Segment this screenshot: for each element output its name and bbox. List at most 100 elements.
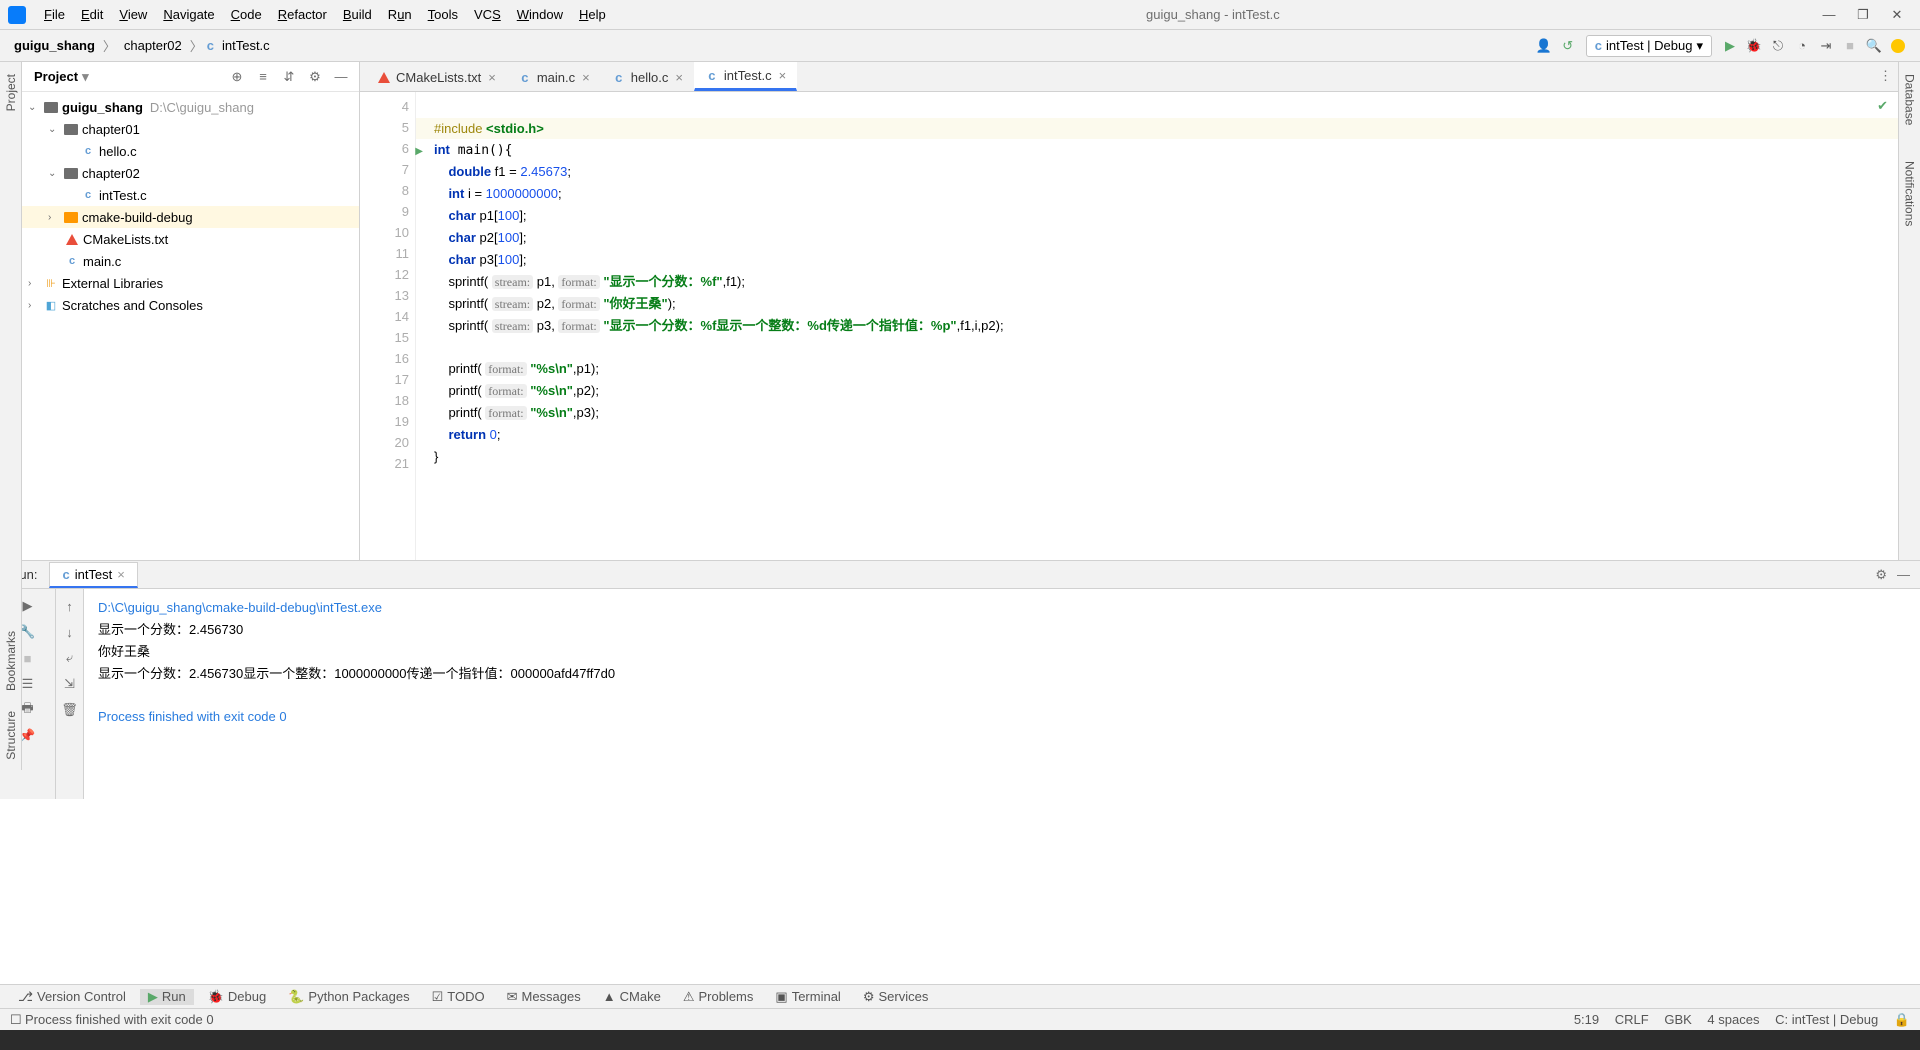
project-title: Project ▾ [30, 69, 221, 85]
menu-file[interactable]: File [38, 5, 71, 24]
gear-icon[interactable]: ⚙ [305, 69, 325, 85]
maximize-button[interactable]: ❐ [1848, 7, 1878, 23]
code-editor[interactable]: 45 6▶ 7891011 12131415 161718192021 #inc… [360, 92, 1898, 560]
menu-refactor[interactable]: Refactor [272, 5, 333, 24]
close-icon[interactable]: × [675, 70, 683, 85]
taskbar-strip [0, 1030, 1920, 1050]
menu-navigate[interactable]: Navigate [157, 5, 220, 24]
lock-icon[interactable]: 🔒 [1894, 1012, 1910, 1027]
menu-edit[interactable]: Edit [75, 5, 109, 24]
menu-view[interactable]: View [113, 5, 153, 24]
crumb-file[interactable]: intTest.c [218, 36, 274, 55]
bottom-messages[interactable]: ✉ Messages [499, 989, 589, 1005]
tree-folder-ch1[interactable]: ⌄chapter01 [22, 118, 359, 140]
menu-build[interactable]: Build [337, 5, 378, 24]
status-encoding[interactable]: GBK [1664, 1012, 1691, 1027]
bottom-run[interactable]: ▶ Run [140, 989, 194, 1005]
stop-button[interactable]: ■ [1838, 34, 1862, 58]
run-tab[interactable]: c intTest × [49, 562, 137, 588]
clear-icon[interactable]: 🗑 [59, 699, 81, 721]
sidebar-tab-notifications[interactable]: Notifications [1903, 153, 1917, 234]
hide-icon[interactable]: — [331, 69, 351, 84]
down-icon[interactable]: ↓ [59, 621, 81, 643]
bottom-cmake[interactable]: ▲ CMake [595, 989, 669, 1004]
close-icon[interactable]: × [582, 70, 590, 85]
status-indent[interactable]: 4 spaces [1707, 1012, 1759, 1027]
bottom-terminal[interactable]: ▣ Terminal [767, 989, 848, 1005]
bottom-services[interactable]: ⚙ Services [855, 989, 937, 1005]
crumb-folder[interactable]: chapter02 [120, 36, 186, 55]
sidebar-tab-database[interactable]: Database [1903, 66, 1917, 133]
minimize-button[interactable]: — [1814, 7, 1844, 22]
bottom-vcs[interactable]: ⎇ Version Control [10, 989, 134, 1005]
app-logo-icon [8, 6, 26, 24]
tab-hello[interactable]: chello.c× [601, 64, 694, 91]
tab-main[interactable]: cmain.c× [507, 64, 601, 91]
ide-update-icon[interactable] [1886, 34, 1910, 58]
attach-icon[interactable]: ⇥ [1814, 34, 1838, 58]
status-eol[interactable]: CRLF [1615, 1012, 1649, 1027]
menu-bar: File Edit View Navigate Code Refactor Bu… [0, 0, 1920, 30]
line-gutter: 45 6▶ 7891011 12131415 161718192021 [360, 92, 416, 560]
run-header: Run: c intTest × ⚙ — [0, 561, 1920, 589]
scroll-icon[interactable]: ⇲ [59, 673, 81, 695]
bottom-todo[interactable]: ☑ TODO [424, 989, 493, 1005]
search-icon[interactable]: 🔍 [1862, 34, 1886, 58]
gear-icon[interactable]: ⚙ [1875, 567, 1887, 583]
bottom-toolbar: ⎇ Version Control ▶ Run 🐞 Debug 🐍 Python… [0, 984, 1920, 1008]
sync-icon[interactable]: ↺ [1556, 34, 1580, 58]
menu-code[interactable]: Code [225, 5, 268, 24]
status-icon[interactable]: ☐ [10, 1012, 22, 1028]
wrap-icon[interactable]: ⤶ [59, 647, 81, 669]
close-icon[interactable]: × [779, 68, 787, 83]
inspection-ok-icon[interactable]: ✔ [1877, 98, 1888, 114]
more-icon[interactable]: ⋮ [1879, 68, 1892, 84]
chevron-right-icon: 〉 [190, 36, 203, 55]
sidebar-tab-bookmarks[interactable]: Bookmarks [4, 631, 18, 691]
expand-icon[interactable]: ≡ [253, 69, 273, 84]
profile-icon[interactable]: ◔ [1790, 34, 1814, 58]
code-content[interactable]: #include <stdio.h>int main(){ double f1 … [416, 92, 1898, 560]
up-icon[interactable]: ↑ [59, 595, 81, 617]
tree-folder-cbd[interactable]: ›cmake-build-debug [22, 206, 359, 228]
bottom-debug[interactable]: 🐞 Debug [200, 989, 275, 1005]
sidebar-tab-structure[interactable]: Structure [4, 711, 18, 760]
tree-file-main[interactable]: cmain.c [22, 250, 359, 272]
tree-ext-lib[interactable]: ›⊪External Libraries [22, 272, 359, 294]
chevron-down-icon[interactable]: ▾ [82, 69, 89, 85]
debug-button[interactable]: 🐞 [1742, 34, 1766, 58]
run-output[interactable]: D:\C\guigu_shang\cmake-build-debug\intTe… [84, 589, 1920, 799]
run-gutter-icon[interactable]: ▶ [415, 141, 423, 162]
tree-file-hello[interactable]: chello.c [22, 140, 359, 162]
collapse-icon[interactable]: ⇵ [279, 69, 299, 85]
run-config-label: intTest | Debug [1606, 38, 1692, 53]
chevron-down-icon: ▾ [1696, 38, 1703, 54]
menu-window[interactable]: Window [511, 5, 569, 24]
run-config-selector[interactable]: c intTest | Debug ▾ [1586, 35, 1712, 57]
tree-file-cmakelists[interactable]: CMakeLists.txt [22, 228, 359, 250]
tab-cmakelists[interactable]: CMakeLists.txt× [366, 64, 507, 91]
run-button[interactable]: ▶ [1718, 34, 1742, 58]
coverage-icon[interactable]: ⎋ [1766, 34, 1790, 58]
status-position[interactable]: 5:19 [1574, 1012, 1599, 1027]
menu-help[interactable]: Help [573, 5, 612, 24]
tree-folder-ch2[interactable]: ⌄chapter02 [22, 162, 359, 184]
tree-root[interactable]: ⌄ guigu_shangD:\C\guigu_shang [22, 96, 359, 118]
tree-scratches[interactable]: ›◧Scratches and Consoles [22, 294, 359, 316]
menu-run[interactable]: Run [382, 5, 418, 24]
close-icon[interactable]: × [117, 567, 125, 582]
add-user-icon[interactable]: 👤 [1532, 34, 1556, 58]
locate-icon[interactable]: ⊕ [227, 69, 247, 85]
menu-vcs[interactable]: VCS [468, 5, 507, 24]
close-icon[interactable]: × [488, 70, 496, 85]
status-context[interactable]: C: intTest | Debug [1775, 1012, 1878, 1027]
tab-inttest[interactable]: cintTest.c× [694, 62, 797, 91]
hide-icon[interactable]: — [1897, 567, 1910, 582]
tree-file-inttest[interactable]: cintTest.c [22, 184, 359, 206]
menu-tools[interactable]: Tools [422, 5, 464, 24]
bottom-problems[interactable]: ⚠ Problems [675, 989, 762, 1005]
crumb-root[interactable]: guigu_shang [10, 36, 99, 55]
close-button[interactable]: ✕ [1882, 7, 1912, 23]
bottom-python[interactable]: 🐍 Python Packages [280, 989, 417, 1005]
sidebar-tab-project[interactable]: Project [4, 66, 18, 119]
